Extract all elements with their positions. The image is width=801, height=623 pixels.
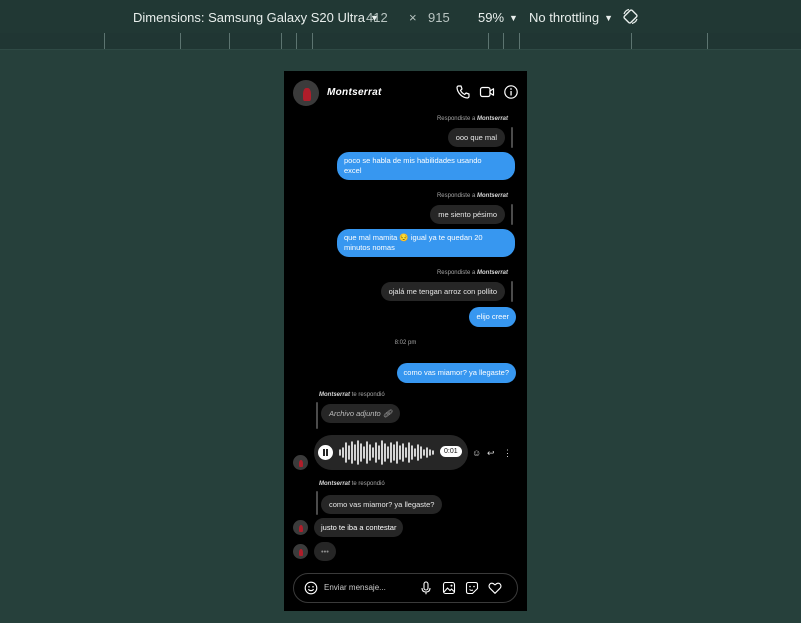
avatar[interactable] bbox=[293, 520, 308, 535]
throttling-label: No throttling bbox=[529, 10, 600, 25]
reply-bar bbox=[316, 491, 318, 515]
ruler-tick[interactable] bbox=[519, 33, 520, 49]
reply-prefix: Respondiste a bbox=[436, 116, 476, 122]
microphone-icon[interactable] bbox=[419, 581, 433, 595]
ruler-tick[interactable] bbox=[281, 33, 282, 49]
typing-indicator: ••• bbox=[314, 542, 336, 561]
reply-suffix: te respondió bbox=[351, 392, 385, 398]
reply-bar bbox=[316, 402, 318, 429]
ruler-tick[interactable] bbox=[180, 33, 181, 49]
received-message[interactable]: justo te iba a contestar bbox=[314, 518, 404, 537]
reply-label: Respondiste a Montserrat bbox=[437, 116, 508, 122]
ruler-tick[interactable] bbox=[707, 33, 708, 49]
zoom-select[interactable]: 59% ▼ bbox=[478, 10, 518, 25]
gallery-icon[interactable] bbox=[442, 581, 456, 595]
emoji-reaction-icon[interactable]: ☺ bbox=[472, 448, 481, 458]
reply-icon[interactable]: ↩ bbox=[487, 448, 495, 459]
reply-label: Montserrat te respondió bbox=[319, 392, 385, 398]
waveform[interactable] bbox=[338, 439, 438, 466]
message-line: excel bbox=[344, 166, 362, 175]
heart-icon[interactable] bbox=[488, 581, 502, 595]
reply-prefix: Respondiste a bbox=[436, 193, 476, 199]
chevron-down-icon: ▼ bbox=[604, 13, 614, 23]
reply-label: Respondiste a Montserrat bbox=[437, 270, 508, 276]
phone-icon[interactable] bbox=[455, 84, 471, 100]
voice-message[interactable]: 0:01 bbox=[314, 435, 468, 470]
contact-name[interactable]: Montserrat bbox=[327, 87, 382, 98]
devtools-device-toolbar: Dimensions: Samsung Galaxy S20 Ultra ▼ 41… bbox=[0, 0, 801, 34]
quoted-message[interactable]: como vas miamor? ya llegaste? bbox=[321, 495, 443, 514]
emoji-icon[interactable] bbox=[304, 581, 318, 595]
dimension-separator: × bbox=[409, 10, 417, 25]
ruler-tick[interactable] bbox=[503, 33, 504, 49]
ruler-tick[interactable] bbox=[631, 33, 632, 49]
ruler-tick[interactable] bbox=[229, 33, 230, 49]
sent-message[interactable]: como vas miamor? ya llegaste? bbox=[396, 363, 516, 383]
voice-duration: 0:01 bbox=[440, 446, 462, 457]
reply-bar bbox=[511, 204, 513, 225]
message-composer[interactable]: Enviar mensaje... bbox=[293, 573, 518, 603]
attachment-label: Archivo adjunto bbox=[329, 409, 381, 418]
reply-author: Montserrat bbox=[319, 392, 351, 398]
ruler-tick[interactable] bbox=[296, 33, 297, 49]
more-options-icon[interactable]: ⋮ bbox=[503, 448, 512, 459]
rotate-icon[interactable] bbox=[622, 8, 639, 25]
paperclip-icon: 🔗︎ bbox=[382, 409, 393, 418]
quoted-message[interactable]: ojalá me tengan arroz con pollito bbox=[380, 282, 505, 301]
reply-suffix: te respondió bbox=[351, 481, 385, 487]
message-line: que mal mamita 😔 igual ya te quedan 20 bbox=[344, 233, 483, 242]
sent-message[interactable]: que mal mamita 😔 igual ya te quedan 20 mi… bbox=[337, 229, 515, 257]
chat-header: Montserrat bbox=[284, 71, 527, 115]
reply-bar bbox=[511, 127, 513, 148]
sticker-icon[interactable] bbox=[465, 581, 479, 595]
avatar[interactable] bbox=[293, 80, 319, 106]
device-select[interactable]: Dimensions: Samsung Galaxy S20 Ultra ▼ bbox=[133, 10, 379, 25]
sent-message[interactable]: elijo creer bbox=[469, 307, 516, 327]
reply-target: Montserrat bbox=[476, 193, 508, 199]
ruler-tick[interactable] bbox=[104, 33, 105, 49]
message-input[interactable]: Enviar mensaje... bbox=[324, 583, 386, 592]
message-line: minutos nomas bbox=[344, 243, 395, 252]
device-label: Dimensions: Samsung Galaxy S20 Ultra bbox=[133, 10, 365, 25]
reply-target: Montserrat bbox=[476, 116, 508, 122]
reply-target: Montserrat bbox=[476, 270, 508, 276]
throttling-select[interactable]: No throttling ▼ bbox=[529, 10, 613, 25]
timestamp: 8:02 pm bbox=[394, 340, 417, 346]
message-line: poco se habla de mis habilidades usando bbox=[344, 156, 482, 165]
video-call-icon[interactable] bbox=[479, 84, 495, 100]
attachment-quote[interactable]: Archivo adjunto 🔗︎ bbox=[321, 404, 401, 423]
ruler-tick[interactable] bbox=[312, 33, 313, 49]
reply-author: Montserrat bbox=[319, 481, 351, 487]
reply-label: Respondiste a Montserrat bbox=[437, 193, 508, 199]
quoted-message[interactable]: me siento pésimo bbox=[430, 205, 505, 224]
width-input[interactable]: 412 bbox=[366, 10, 388, 25]
pause-icon[interactable] bbox=[318, 445, 333, 460]
sent-message[interactable]: poco se habla de mis habilidades usando e… bbox=[337, 152, 515, 180]
height-input[interactable]: 915 bbox=[428, 10, 450, 25]
info-icon[interactable] bbox=[503, 84, 519, 100]
ruler-tick[interactable] bbox=[488, 33, 489, 49]
reply-bar bbox=[511, 281, 513, 302]
quoted-message[interactable]: ooo que mal bbox=[447, 128, 505, 147]
avatar[interactable] bbox=[293, 455, 308, 470]
reply-label: Montserrat te respondió bbox=[319, 481, 385, 487]
phone-viewport: Montserrat Respondiste a Montserrat ooo … bbox=[284, 71, 527, 611]
avatar[interactable] bbox=[293, 544, 308, 559]
zoom-label: 59% bbox=[478, 10, 505, 25]
chevron-down-icon: ▼ bbox=[509, 13, 518, 23]
media-query-ruler bbox=[0, 33, 801, 50]
reply-prefix: Respondiste a bbox=[436, 270, 476, 276]
